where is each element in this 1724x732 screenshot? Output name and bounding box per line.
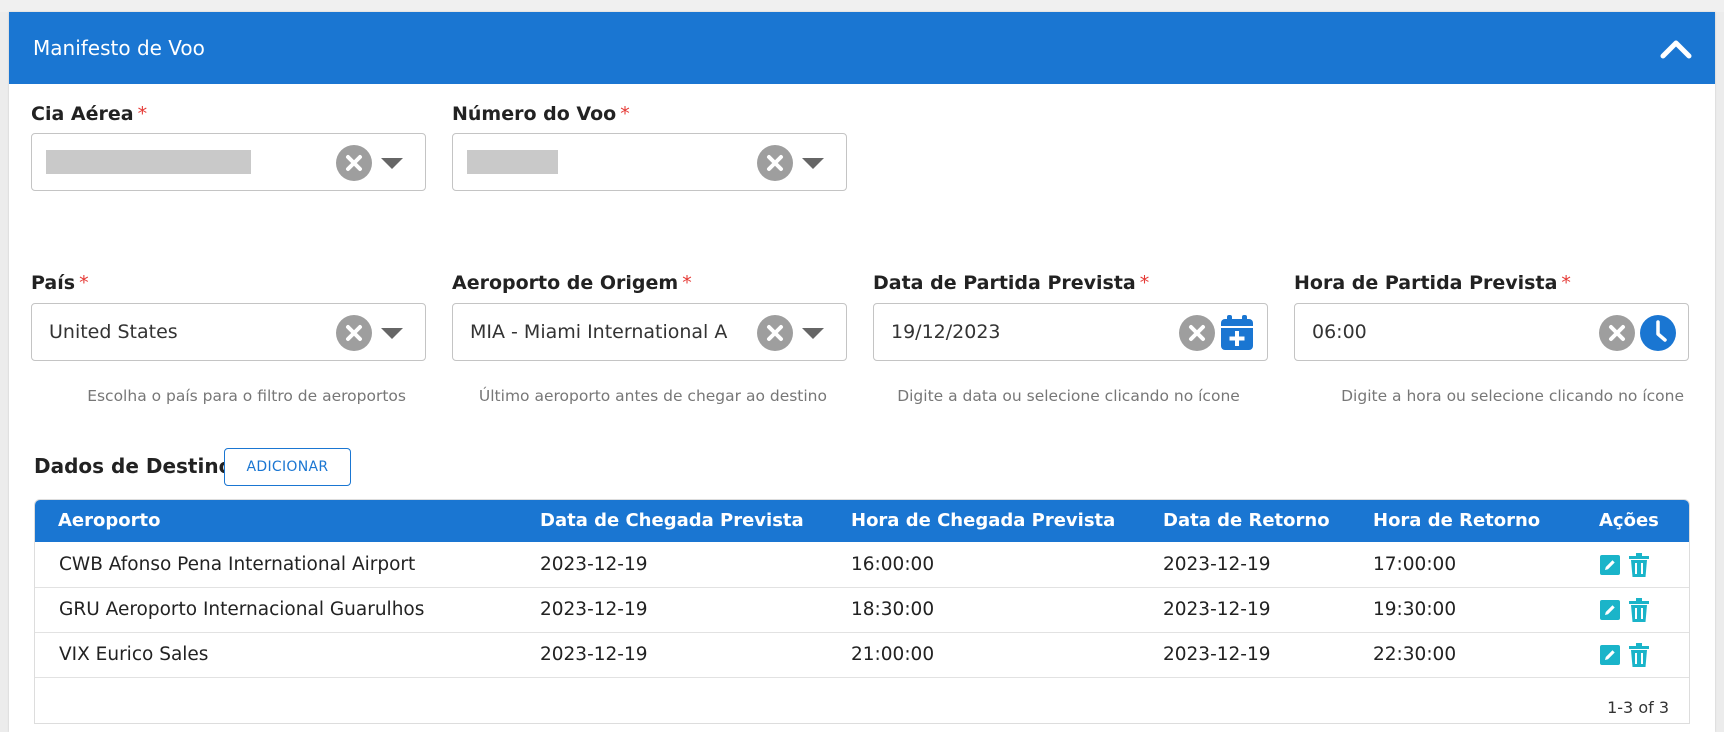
destination-table: Aeroporto Data de Chegada Prevista Hora … — [34, 499, 1690, 724]
redacted-value — [46, 150, 251, 174]
pais-label: País * — [31, 272, 89, 294]
edit-icon[interactable] — [1600, 645, 1620, 665]
column-header[interactable]: Data de Retorno — [1163, 510, 1330, 531]
cia-label-text: Cia Aérea — [31, 103, 134, 125]
hora-partida-helper: Digite a hora ou selecione clicando no í… — [1341, 387, 1684, 405]
chevron-up-icon[interactable] — [1659, 36, 1693, 60]
caret-down-icon[interactable] — [802, 158, 824, 169]
required-mark: * — [1561, 272, 1571, 294]
voo-label: Número do Voo * — [452, 103, 630, 125]
panel-header[interactable]: Manifesto de Voo — [9, 12, 1715, 84]
data-partida-input[interactable]: 19/12/2023 — [873, 303, 1268, 361]
column-header: Ações — [1599, 510, 1659, 531]
data-partida-value[interactable]: 19/12/2023 — [891, 321, 1163, 343]
close-circle-icon[interactable] — [336, 315, 372, 351]
caret-down-icon[interactable] — [381, 158, 403, 169]
origem-value[interactable]: MIA - Miami International A — [470, 321, 742, 343]
column-header[interactable]: Hora de Chegada Prevista — [851, 510, 1115, 531]
calendar-plus-icon[interactable] — [1219, 314, 1255, 352]
cell-return-date: 2023-12-19 — [1163, 554, 1271, 575]
cia-select[interactable] — [31, 133, 426, 191]
cia-label: Cia Aérea * — [31, 103, 147, 125]
origem-label-text: Aeroporto de Origem — [452, 272, 679, 294]
close-circle-icon[interactable] — [336, 145, 372, 181]
pais-select[interactable]: United States — [31, 303, 426, 361]
required-mark: * — [79, 272, 89, 294]
table-row: CWB Afonso Pena International Airport 20… — [35, 542, 1689, 588]
cell-airport: VIX Eurico Sales — [59, 644, 209, 665]
cell-airport: GRU Aeroporto Internacional Guarulhos — [59, 599, 425, 620]
close-circle-icon[interactable] — [757, 315, 793, 351]
trash-icon[interactable] — [1628, 643, 1650, 667]
table-row: VIX Eurico Sales 2023-12-19 21:00:00 202… — [35, 632, 1689, 678]
data-partida-label: Data de Partida Prevista * — [873, 272, 1149, 294]
cell-return-date: 2023-12-19 — [1163, 644, 1271, 665]
trash-icon[interactable] — [1628, 598, 1650, 622]
close-circle-icon[interactable] — [1599, 315, 1635, 351]
hora-partida-label: Hora de Partida Prevista * — [1294, 272, 1571, 294]
cell-airport: CWB Afonso Pena International Airport — [59, 554, 416, 575]
cell-return-time: 22:30:00 — [1373, 644, 1457, 665]
caret-down-icon[interactable] — [381, 328, 403, 339]
cell-return-time: 17:00:00 — [1373, 554, 1457, 575]
hora-partida-input[interactable]: 06:00 — [1294, 303, 1689, 361]
required-mark: * — [682, 272, 692, 294]
redacted-value — [467, 150, 558, 174]
destino-title: Dados de Destino — [34, 454, 233, 478]
cell-return-time: 19:30:00 — [1373, 599, 1457, 620]
voo-select[interactable] — [452, 133, 847, 191]
close-circle-icon[interactable] — [757, 145, 793, 181]
origem-helper: Último aeroporto antes de chegar ao dest… — [478, 387, 827, 405]
table-header: Aeroporto Data de Chegada Prevista Hora … — [35, 500, 1689, 542]
close-circle-icon[interactable] — [1179, 315, 1215, 351]
cell-arrival-date: 2023-12-19 — [540, 599, 648, 620]
clock-icon[interactable] — [1639, 314, 1677, 352]
panel-title: Manifesto de Voo — [33, 36, 205, 60]
required-mark: * — [1139, 272, 1150, 294]
column-header[interactable]: Aeroporto — [58, 510, 160, 531]
required-mark: * — [620, 103, 630, 125]
cell-return-date: 2023-12-19 — [1163, 599, 1271, 620]
column-header[interactable]: Hora de Retorno — [1373, 510, 1540, 531]
hora-partida-value[interactable]: 06:00 — [1312, 321, 1584, 343]
trash-icon[interactable] — [1628, 553, 1650, 577]
origem-select[interactable]: MIA - Miami International A — [452, 303, 847, 361]
cell-arrival-time: 18:30:00 — [851, 599, 935, 620]
origem-label: Aeroporto de Origem * — [452, 272, 692, 294]
pais-label-text: País — [31, 272, 76, 294]
add-destination-button[interactable]: ADICIONAR — [224, 448, 351, 486]
table-row: GRU Aeroporto Internacional Guarulhos 20… — [35, 587, 1689, 633]
top-strip — [0, 0, 1724, 12]
pais-helper: Escolha o país para o filtro de aeroport… — [87, 387, 406, 405]
hora-partida-label-text: Hora de Partida Prevista — [1294, 272, 1558, 294]
pais-value[interactable]: United States — [49, 321, 321, 343]
column-header[interactable]: Data de Chegada Prevista — [540, 510, 804, 531]
data-partida-helper: Digite a data ou selecione clicando no í… — [897, 387, 1240, 405]
cell-arrival-date: 2023-12-19 — [540, 554, 648, 575]
voo-label-text: Número do Voo — [452, 103, 617, 125]
edit-icon[interactable] — [1600, 555, 1620, 575]
edit-icon[interactable] — [1600, 600, 1620, 620]
data-partida-label-text: Data de Partida Prevista — [873, 272, 1136, 294]
required-mark: * — [137, 103, 148, 125]
cell-arrival-time: 16:00:00 — [851, 554, 935, 575]
caret-down-icon[interactable] — [802, 328, 824, 339]
cell-arrival-time: 21:00:00 — [851, 644, 935, 665]
cell-arrival-date: 2023-12-19 — [540, 644, 648, 665]
flight-manifest-panel: Manifesto de Voo Cia Aérea * Número do Vo… — [9, 12, 1715, 732]
pagination-info: 1-3 of 3 — [1607, 698, 1669, 717]
